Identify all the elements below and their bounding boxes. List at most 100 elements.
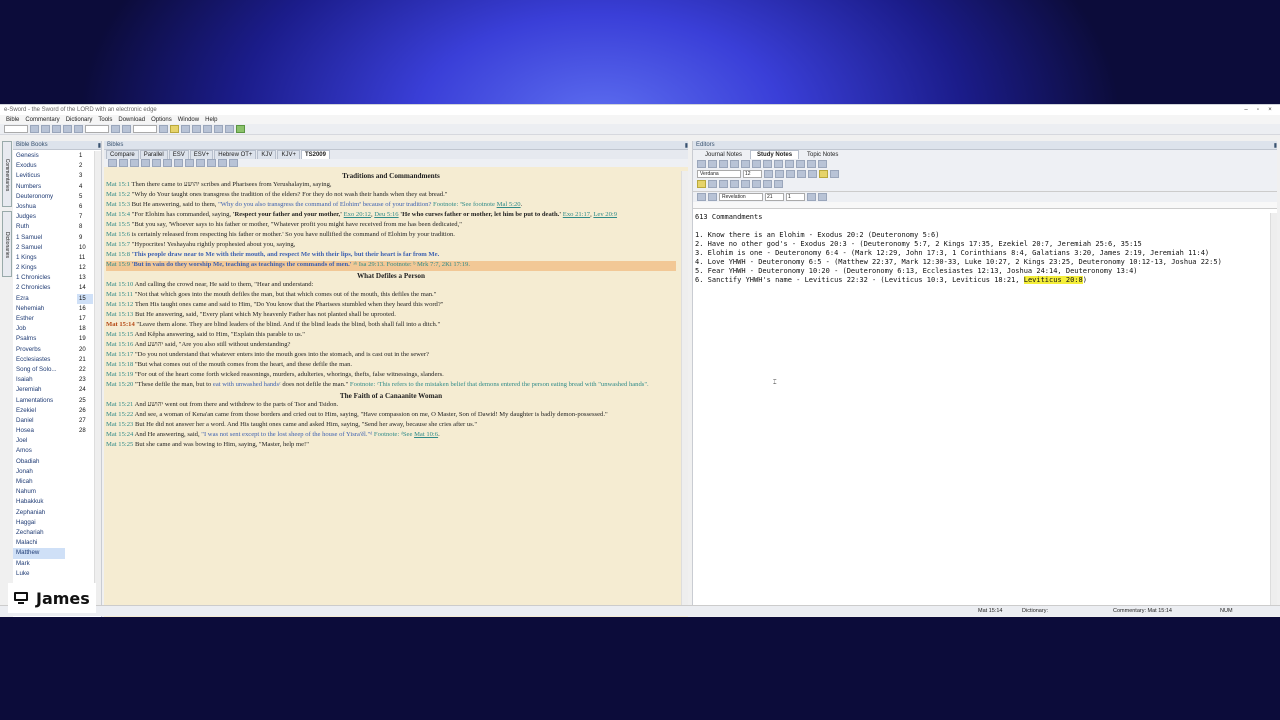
verse-ref[interactable]: Mat 15:20: [106, 381, 133, 388]
book-item[interactable]: Luke: [13, 569, 65, 579]
chapter-select[interactable]: 21: [765, 193, 784, 201]
verse-ref[interactable]: Mat 15:13: [106, 311, 133, 318]
tab-bible-kjv[interactable]: KJV: [257, 150, 277, 159]
redo-icon[interactable]: [763, 160, 772, 168]
book-item[interactable]: Judges: [13, 212, 65, 222]
find-icon[interactable]: [74, 125, 83, 133]
verse-ref[interactable]: Mat 15:4: [106, 211, 130, 218]
chapter-item[interactable]: 1: [77, 151, 93, 161]
cross-ref-link[interactable]: Deu 5:16: [374, 211, 398, 218]
book-item[interactable]: Haggai: [13, 518, 65, 528]
book-item[interactable]: Joel: [13, 436, 65, 446]
book-item[interactable]: Obadiah: [13, 457, 65, 467]
verse-ref[interactable]: Mat 15:25: [106, 441, 133, 448]
justify-icon[interactable]: [730, 180, 739, 188]
bible-tool-icon[interactable]: [185, 159, 194, 167]
bible-tool-icon[interactable]: [152, 159, 161, 167]
verse[interactable]: Mat 15:25 But she came and was bowing to…: [106, 441, 676, 451]
underline-icon[interactable]: [786, 170, 795, 178]
bible-tool-icon[interactable]: [163, 159, 172, 167]
book-item[interactable]: Leviticus: [13, 171, 65, 181]
sync-icon[interactable]: [807, 193, 816, 201]
close-icon[interactable]: ×: [1264, 107, 1276, 113]
verse[interactable]: Mat 15:1 Then there came to יהושע scribe…: [106, 181, 676, 191]
verse-select[interactable]: 1: [786, 193, 805, 201]
menu-help[interactable]: Help: [205, 117, 217, 123]
chapter-item[interactable]: 21: [77, 355, 93, 365]
maximize-icon[interactable]: ▫: [1252, 107, 1264, 113]
paste-icon[interactable]: [741, 160, 750, 168]
print-icon[interactable]: [708, 160, 717, 168]
copy-icon[interactable]: [63, 125, 72, 133]
verse-ref[interactable]: Mat 15:2: [106, 191, 130, 198]
chapter-item[interactable]: 20: [77, 345, 93, 355]
book-item[interactable]: Psalms: [13, 334, 65, 344]
verse[interactable]: Mat 15:17 "Do you not understand that wh…: [106, 351, 676, 361]
verse[interactable]: Mat 15:11 "Not that which goes into the …: [106, 291, 676, 301]
font-color-icon[interactable]: [808, 170, 817, 178]
verse-ref[interactable]: Mat 15:3: [106, 201, 130, 208]
footnote-link[interactable]: Mal 5:20: [497, 201, 521, 208]
download-icon[interactable]: [236, 125, 245, 133]
chapter-item[interactable]: 10: [77, 243, 93, 253]
find-icon[interactable]: [774, 160, 783, 168]
book-item[interactable]: Amos: [13, 446, 65, 456]
bible-tool-icon[interactable]: [119, 159, 128, 167]
verse-highlighted[interactable]: Mat 15:9 'But in vain do they worship Me…: [106, 261, 676, 271]
verse-current[interactable]: Mat 15:14 "Leave them alone. They are bl…: [106, 321, 676, 331]
side-tab-dictionaries[interactable]: Dictionaries: [2, 211, 12, 277]
verse[interactable]: Mat 15:7 "Hypocrites! Yeshayahu rightly …: [106, 241, 676, 251]
back-icon[interactable]: [41, 125, 50, 133]
book-item[interactable]: Micah: [13, 477, 65, 487]
verse-ref[interactable]: Mat 15:10: [106, 281, 133, 288]
chapter-item[interactable]: 2: [77, 161, 93, 171]
tab-bible-esv[interactable]: ESV: [168, 150, 189, 159]
book-item[interactable]: Job: [13, 324, 65, 334]
cut-icon[interactable]: [719, 160, 728, 168]
layout5-icon[interactable]: [214, 125, 223, 133]
chapter-item[interactable]: 6: [77, 202, 93, 212]
verse[interactable]: Mat 15:6 is certainly released from resp…: [106, 231, 676, 241]
chapter-item[interactable]: 7: [77, 212, 93, 222]
verse-ref[interactable]: Mat 15:9: [106, 261, 130, 268]
verse-ref[interactable]: Mat 15:18: [106, 361, 133, 368]
tab-bible-ts2009[interactable]: TS2009: [300, 150, 330, 159]
refresh-icon[interactable]: [111, 125, 120, 133]
forward-icon[interactable]: [52, 125, 61, 133]
bible-tool-icon[interactable]: [207, 159, 216, 167]
chapter-item[interactable]: 9: [77, 233, 93, 243]
book-item[interactable]: Daniel: [13, 416, 65, 426]
book-item[interactable]: Ruth: [13, 222, 65, 232]
layout6-icon[interactable]: [225, 125, 234, 133]
verse-selector[interactable]: [85, 125, 109, 133]
verse[interactable]: Mat 15:5 "But you say, 'Whoever says to …: [106, 221, 676, 231]
tab-bible-parallel[interactable]: Parallel: [139, 150, 168, 159]
passage-scrollbar[interactable]: [681, 171, 688, 613]
align-left-icon[interactable]: [697, 180, 706, 188]
zoom-selector[interactable]: [133, 125, 157, 133]
link-icon[interactable]: [807, 160, 816, 168]
verse[interactable]: Mat 15:10 And calling the crowd near, He…: [106, 281, 676, 291]
save-icon[interactable]: [697, 160, 706, 168]
book-item[interactable]: Numbers: [13, 182, 65, 192]
verse-ref[interactable]: Mat 15:11: [106, 291, 133, 298]
tool-icon[interactable]: [159, 125, 168, 133]
cross-ref-link[interactable]: Exo 20:12: [344, 211, 371, 218]
verse[interactable]: Mat 15:20 "These defile the man, but to …: [106, 381, 676, 391]
verse-ref[interactable]: Mat 15:6: [106, 231, 130, 238]
books-scrollbar[interactable]: [94, 151, 101, 613]
book-item[interactable]: 2 Samuel: [13, 243, 65, 253]
verse[interactable]: Mat 15:15 And Kĕpha answering, said to H…: [106, 331, 676, 341]
lookup-icon[interactable]: [818, 193, 827, 201]
verse-ref[interactable]: Mat 15:14: [106, 321, 135, 328]
book-item[interactable]: 2 Kings: [13, 263, 65, 273]
tab-topic-notes[interactable]: Topic Notes: [801, 151, 844, 159]
book-item[interactable]: Genesis: [13, 151, 65, 161]
strike-icon[interactable]: [797, 170, 806, 178]
tab-bible-hebrew-ot-[interactable]: Hebrew OT+: [214, 150, 257, 159]
bible-tool-icon[interactable]: [196, 159, 205, 167]
verse-ref[interactable]: Mat 15:17: [106, 351, 133, 358]
book-item[interactable]: Zechariah: [13, 528, 65, 538]
pin-icon[interactable]: ▮: [98, 142, 101, 149]
numbering-icon[interactable]: [752, 180, 761, 188]
